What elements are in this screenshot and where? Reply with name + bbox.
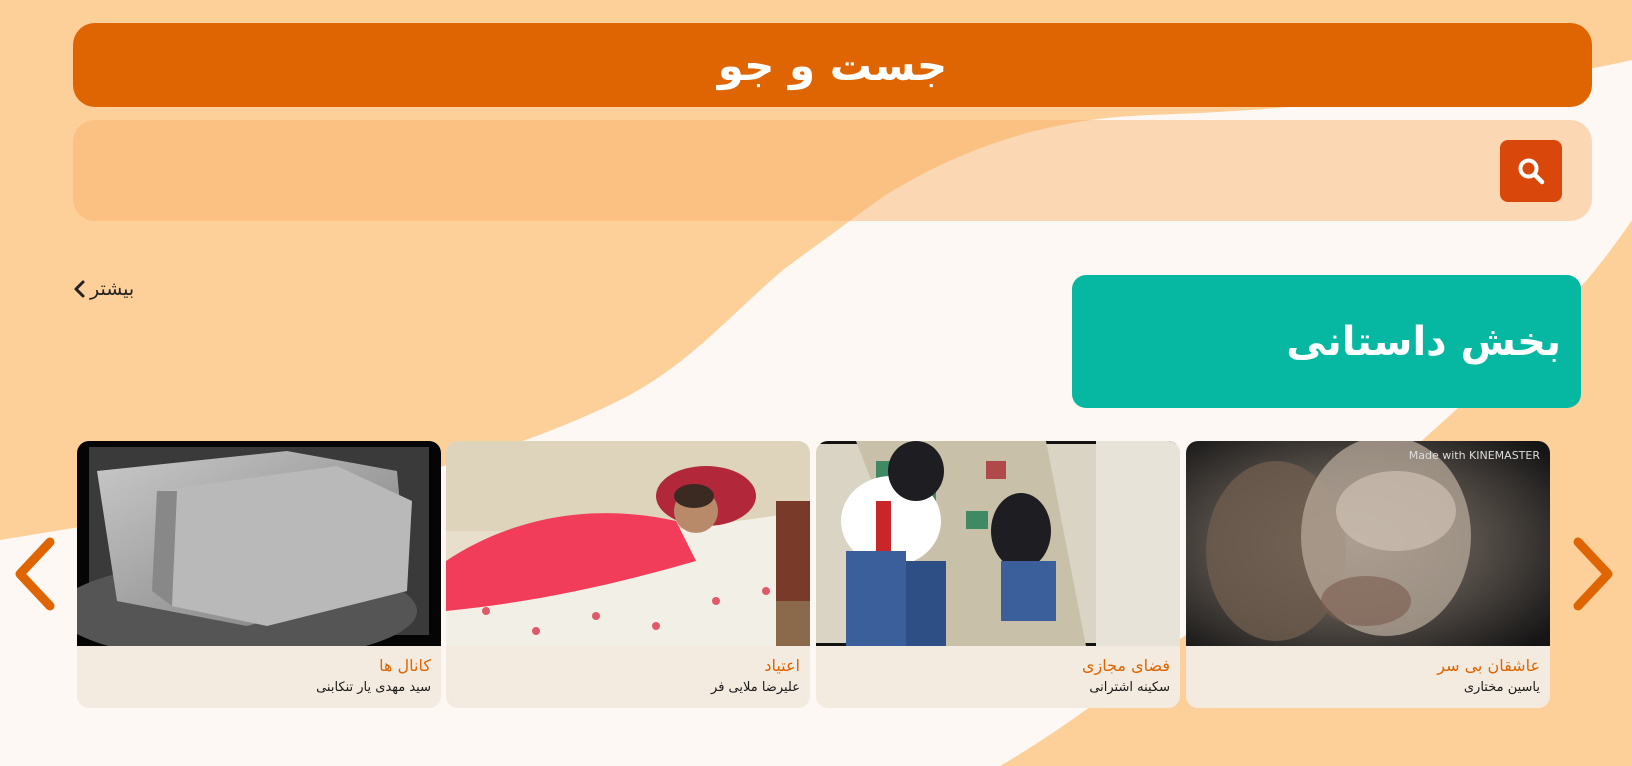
card-title[interactable]: عاشقان بی سر [1196, 656, 1540, 676]
card-author: سکینه اشترانی [1089, 680, 1170, 695]
video-thumbnail[interactable] [446, 441, 810, 646]
section-title-box: بخش داستانی [1072, 275, 1581, 408]
search-input[interactable] [103, 140, 1477, 202]
video-card[interactable]: Made with KINEMASTER عاشقان بی سر یاسین … [1186, 441, 1550, 708]
search-header-title: جست و جو [717, 40, 948, 90]
watermark-text: Made with KINEMASTER [1408, 449, 1540, 462]
section-title: بخش داستانی [1286, 318, 1561, 365]
page: جست و جو بیشتر بخش داستانی Made with KIN… [0, 0, 1632, 766]
card-author: علیرضا ملایی فر [711, 680, 800, 695]
carousel-prev-button[interactable] [10, 536, 60, 612]
card-info: کانال ها سید مهدی یار تنکابنی [77, 646, 441, 708]
search-bar [73, 120, 1592, 221]
video-thumbnail[interactable] [816, 441, 1180, 646]
more-label: بیشتر [90, 278, 135, 300]
search-icon [1518, 158, 1545, 185]
card-title[interactable]: کانال ها [87, 656, 431, 676]
video-card[interactable]: فضای مجازی سکینه اشترانی [816, 441, 1180, 708]
card-author: سید مهدی یار تنکابنی [316, 680, 431, 695]
video-card[interactable]: اعتیاد علیرضا ملایی فر [446, 441, 810, 708]
video-card[interactable]: کانال ها سید مهدی یار تنکابنی [77, 441, 441, 708]
chevron-left-icon [15, 537, 55, 611]
search-header: جست و جو [73, 23, 1592, 107]
card-author: یاسین مختاری [1463, 680, 1540, 695]
video-thumbnail[interactable]: Made with KINEMASTER [1186, 441, 1550, 646]
chevron-left-icon [74, 280, 85, 298]
search-button[interactable] [1500, 140, 1562, 202]
chevron-right-icon [1573, 537, 1613, 611]
card-info: عاشقان بی سر یاسین مختاری [1186, 646, 1550, 708]
card-info: فضای مجازی سکینه اشترانی [816, 646, 1180, 708]
card-title[interactable]: اعتیاد [456, 656, 800, 676]
more-link[interactable]: بیشتر [72, 278, 134, 300]
card-info: اعتیاد علیرضا ملایی فر [446, 646, 810, 708]
carousel-next-button[interactable] [1568, 536, 1618, 612]
video-thumbnail[interactable] [77, 441, 441, 646]
card-title[interactable]: فضای مجازی [826, 656, 1170, 676]
